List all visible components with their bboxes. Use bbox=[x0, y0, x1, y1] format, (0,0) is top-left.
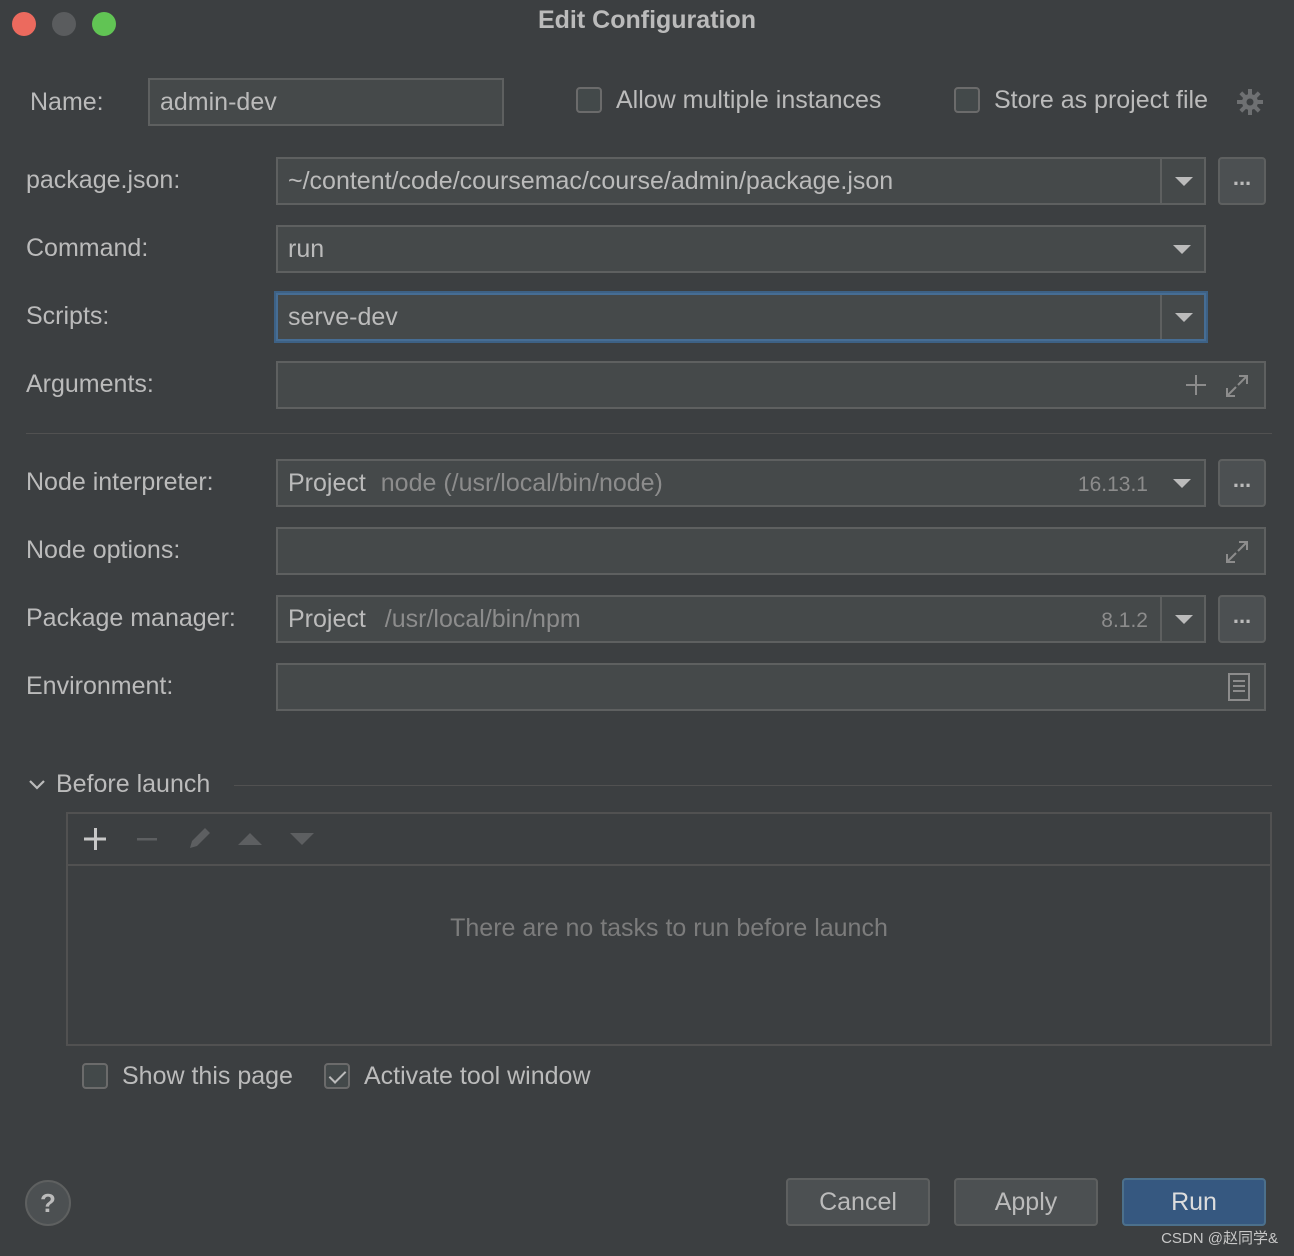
before-launch-panel: There are no tasks to run before launch bbox=[66, 812, 1272, 1046]
name-input[interactable]: admin-dev bbox=[148, 78, 504, 126]
environment-input[interactable] bbox=[276, 663, 1266, 711]
before-launch-label: Before launch bbox=[56, 770, 211, 798]
package-manager-path: /usr/local/bin/npm bbox=[384, 605, 581, 633]
arguments-input[interactable] bbox=[276, 361, 1266, 409]
allow-multiple-instances-checkbox[interactable] bbox=[576, 87, 602, 113]
command-combo[interactable]: run bbox=[276, 225, 1206, 273]
expand-icon[interactable] bbox=[1224, 373, 1250, 399]
dialog-title: Edit Configuration bbox=[537, 6, 757, 34]
edit-task-icon[interactable] bbox=[186, 824, 214, 852]
chevron-down-icon[interactable] bbox=[1160, 295, 1204, 339]
node-interpreter-label: Node interpreter: bbox=[26, 468, 214, 496]
remove-task-icon[interactable] bbox=[134, 826, 160, 852]
before-launch-divider bbox=[234, 785, 1272, 786]
node-options-label: Node options: bbox=[26, 536, 181, 564]
command-label: Command: bbox=[26, 234, 149, 262]
gear-icon[interactable] bbox=[1236, 88, 1264, 116]
activate-tool-window-checkbox[interactable] bbox=[324, 1063, 350, 1089]
move-up-icon[interactable] bbox=[236, 828, 264, 850]
help-button[interactable]: ? bbox=[25, 1180, 71, 1226]
package-manager-prefix: Project bbox=[288, 605, 366, 633]
add-task-icon[interactable] bbox=[82, 826, 108, 852]
section-divider bbox=[26, 433, 1272, 434]
arguments-label: Arguments: bbox=[26, 370, 154, 398]
chevron-down-icon[interactable] bbox=[1160, 159, 1204, 203]
chevron-down-icon[interactable] bbox=[1160, 227, 1204, 271]
chevron-down-icon[interactable] bbox=[1160, 597, 1204, 641]
show-this-page-label: Show this page bbox=[122, 1062, 293, 1090]
package-manager-label: Package manager: bbox=[26, 604, 236, 632]
package-json-combo[interactable]: ~/content/code/coursemac/course/admin/pa… bbox=[276, 157, 1206, 205]
node-options-input[interactable] bbox=[276, 527, 1266, 575]
environment-label: Environment: bbox=[26, 672, 174, 700]
allow-multiple-instances-label: Allow multiple instances bbox=[616, 86, 882, 114]
package-json-label: package.json: bbox=[26, 166, 181, 194]
package-manager-value: Project /usr/local/bin/npm bbox=[288, 605, 581, 634]
move-down-icon[interactable] bbox=[288, 828, 316, 850]
watermark: CSDN @赵同学& bbox=[1161, 1230, 1278, 1247]
run-button[interactable]: Run bbox=[1122, 1178, 1266, 1226]
collapse-chevron-icon[interactable] bbox=[26, 774, 48, 796]
node-interpreter-combo[interactable]: Project node (/usr/local/bin/node) 16.13… bbox=[276, 459, 1206, 507]
edit-environment-icon[interactable] bbox=[1228, 673, 1250, 701]
node-interpreter-prefix: Project bbox=[288, 469, 366, 497]
show-this-page-checkbox[interactable] bbox=[82, 1063, 108, 1089]
empty-tasks-message: There are no tasks to run before launch bbox=[450, 914, 888, 942]
name-value: admin-dev bbox=[160, 88, 277, 116]
apply-button[interactable]: Apply bbox=[954, 1178, 1098, 1226]
before-launch-toolbar bbox=[68, 814, 1270, 866]
expand-icon[interactable] bbox=[1224, 539, 1250, 565]
node-interpreter-version: 16.13.1 bbox=[1077, 473, 1148, 496]
cancel-button[interactable]: Cancel bbox=[786, 1178, 930, 1226]
title-bar: Edit Configuration bbox=[0, 0, 1294, 46]
node-interpreter-value: Project node (/usr/local/bin/node) bbox=[288, 469, 663, 498]
store-as-project-file-label: Store as project file bbox=[994, 86, 1208, 114]
package-json-browse-button[interactable]: ... bbox=[1218, 157, 1266, 205]
command-value: run bbox=[288, 235, 325, 263]
package-manager-combo[interactable]: Project /usr/local/bin/npm 8.1.2 bbox=[276, 595, 1206, 643]
scripts-label: Scripts: bbox=[26, 302, 110, 330]
scripts-combo[interactable]: serve-dev bbox=[276, 293, 1206, 341]
store-as-project-file-checkbox[interactable] bbox=[954, 87, 980, 113]
add-macro-icon[interactable] bbox=[1184, 373, 1208, 397]
package-manager-browse-button[interactable]: ... bbox=[1218, 595, 1266, 643]
edit-configuration-dialog: Edit Configuration Name: admin-dev Allow… bbox=[0, 0, 1294, 1256]
node-interpreter-browse-button[interactable]: ... bbox=[1218, 459, 1266, 507]
package-manager-version: 8.1.2 bbox=[1101, 609, 1148, 632]
node-interpreter-path: node (/usr/local/bin/node) bbox=[380, 469, 663, 497]
package-json-value: ~/content/code/coursemac/course/admin/pa… bbox=[288, 167, 894, 195]
activate-tool-window-label: Activate tool window bbox=[364, 1062, 591, 1090]
chevron-down-icon[interactable] bbox=[1160, 461, 1204, 505]
name-label: Name: bbox=[30, 88, 104, 116]
scripts-value: serve-dev bbox=[288, 303, 398, 331]
